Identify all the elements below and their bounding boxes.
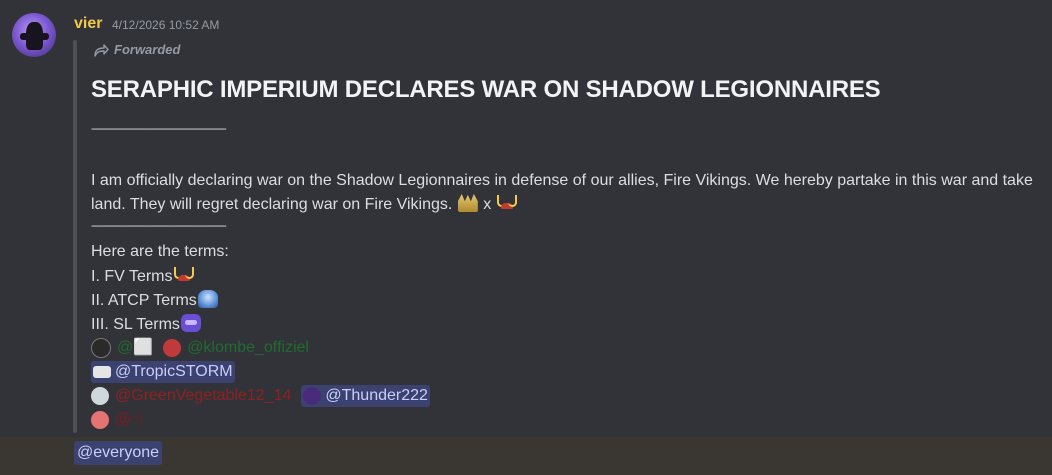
user-avatar-icon [303, 387, 322, 405]
message-heading: SERAPHIC IMPERIUM DECLARES WAR ON SHADOW… [91, 76, 881, 103]
user-mention-chip[interactable]: @TropicSTORM [91, 361, 235, 383]
user-avatar-icon [91, 338, 111, 358]
forward-quote-bar [73, 40, 77, 433]
atcp-emoji[interactable] [197, 290, 218, 308]
everyone-mention[interactable]: @everyone [74, 441, 163, 465]
user-mention[interactable]: @⬜ [115, 337, 155, 359]
message-timestamp[interactable]: 4/12/2026 10:52 AM [112, 18, 219, 32]
term-fv: I. FV Terms [91, 265, 195, 289]
message-author[interactable]: vier [74, 15, 102, 33]
user-avatar-icon [91, 387, 109, 405]
term-atcp-label: II. ATCP Terms [91, 292, 197, 309]
mention-row-3: @GreenVegetable12_14 @Thunder222 [91, 385, 430, 407]
term-sl-label: III. SL Terms [91, 316, 180, 333]
term-fv-label: I. FV Terms [91, 268, 173, 285]
message-body: I am officially declaring war on the Sha… [91, 169, 1041, 217]
avatar-figure-arms [20, 33, 49, 40]
seraphic-emblem-emoji[interactable] [457, 194, 478, 212]
term-sl: III. SL Terms [91, 313, 202, 337]
forwarded-text: Forwarded [114, 42, 181, 57]
shadow-legion-emoji[interactable] [180, 314, 201, 332]
user-mention[interactable]: @klombe_offiziel [185, 337, 311, 359]
mention-row-1: @⬜ @klombe_offiziel [91, 337, 311, 359]
message-avatar[interactable] [12, 13, 56, 57]
divider-line-bottom: ----------------------------------------… [91, 220, 227, 232]
user-mention[interactable]: @Thunder222 [325, 385, 428, 407]
terms-intro: Here are the terms: [91, 243, 229, 260]
forwarded-label: Forwarded [93, 42, 180, 57]
body-x: x [483, 196, 492, 213]
user-mention[interactable]: @☆ [113, 409, 148, 431]
fire-vikings-horns-emoji[interactable] [496, 194, 517, 212]
user-avatar-icon [163, 339, 182, 357]
user-avatar-icon [91, 411, 109, 429]
mention-row-4: @☆ [91, 409, 148, 431]
user-mention[interactable]: @TropicSTORM [115, 361, 233, 383]
fire-vikings-horns-emoji[interactable] [173, 266, 194, 284]
user-avatar-icon [93, 366, 111, 378]
mention-row-2: @TropicSTORM [91, 361, 235, 383]
user-mention-chip[interactable]: @Thunder222 [301, 385, 430, 407]
term-atcp: II. ATCP Terms [91, 289, 219, 313]
forward-arrow-icon [94, 43, 109, 57]
divider-line-top: ----------------------------------------… [91, 123, 227, 135]
body-text: I am officially declaring war on the Sha… [91, 172, 1033, 213]
user-mention[interactable]: @GreenVegetable12_14 [113, 385, 293, 407]
